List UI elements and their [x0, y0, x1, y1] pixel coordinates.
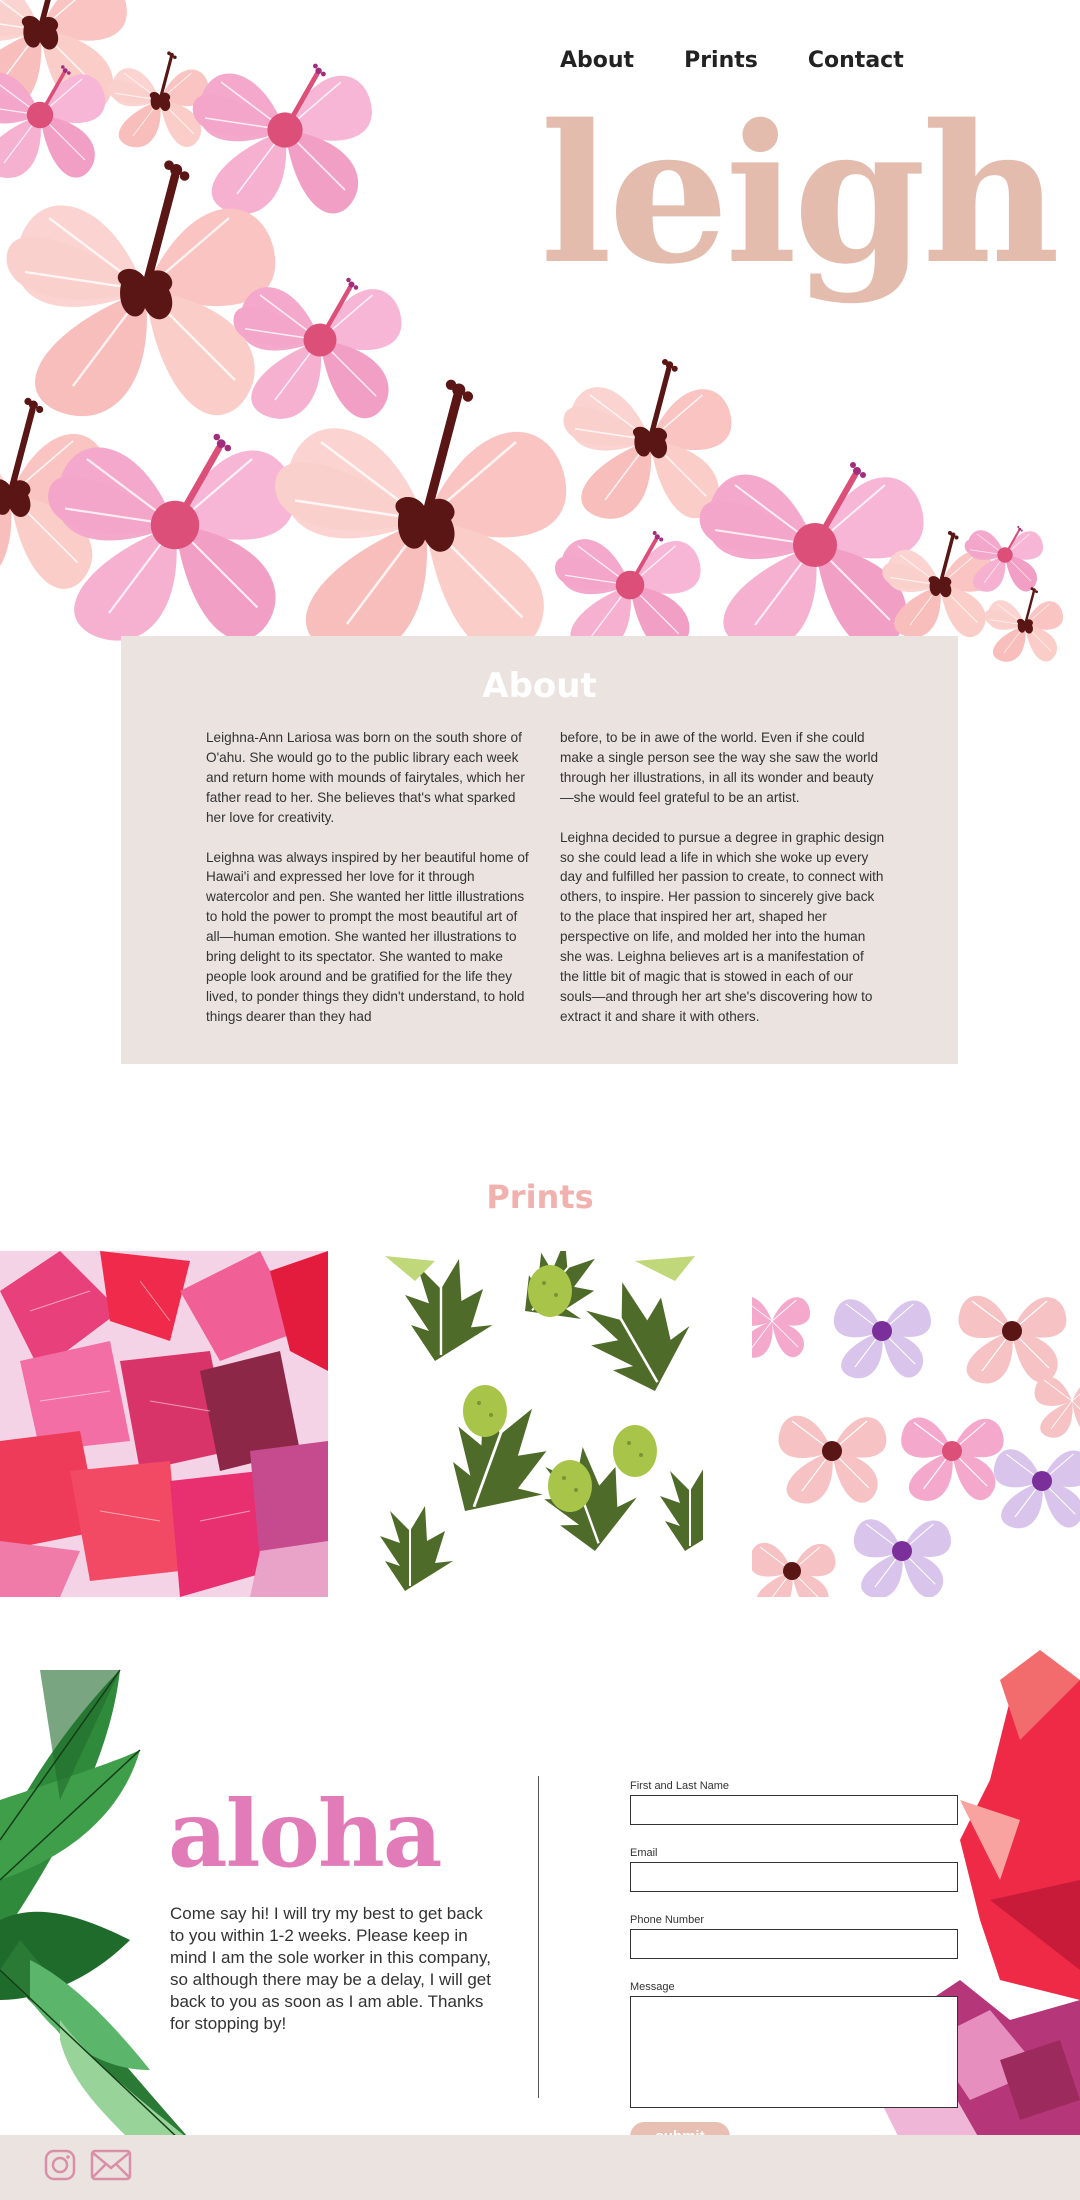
breadfruit-print[interactable]: [375, 1251, 703, 1597]
message-field[interactable]: [630, 1996, 958, 2108]
about-paragraph: Leighna-Ann Lariosa was born on the sout…: [206, 730, 525, 825]
mail-icon[interactable]: [90, 2149, 132, 2186]
hibiscus-print[interactable]: [752, 1251, 1080, 1597]
about-column-left: Leighna-Ann Lariosa was born on the sout…: [206, 728, 532, 1047]
nav-about-link[interactable]: About: [560, 48, 634, 73]
email-field[interactable]: [630, 1862, 958, 1892]
about-paragraph: before, to be in awe of the world. Even …: [560, 730, 879, 805]
aloha-headline: aloha: [168, 1780, 442, 1888]
contact-message: Come say hi! I will try my best to get b…: [170, 1904, 491, 2033]
contact-divider: [538, 1776, 539, 2098]
about-paragraph: Leighna was always inspired by her beaut…: [206, 849, 529, 1024]
about-section: About Leighna-Ann Lariosa was born on th…: [121, 636, 958, 1064]
about-paragraph: Leighna decided to pursue a degree in gr…: [560, 829, 885, 1024]
name-field[interactable]: [630, 1795, 958, 1825]
about-heading: About: [482, 666, 597, 706]
nav-prints-link[interactable]: Prints: [684, 48, 758, 73]
contact-form: First and Last Name Email Phone Number M…: [630, 1780, 960, 2151]
message-label: Message: [630, 1981, 675, 1993]
site-logo[interactable]: leigh: [540, 100, 1060, 300]
red-ginger-print[interactable]: [0, 1251, 328, 1597]
site-footer: [0, 2135, 1080, 2200]
instagram-icon[interactable]: [44, 2149, 76, 2186]
prints-heading: Prints: [486, 1178, 594, 1216]
main-nav: About Prints Contact: [560, 48, 904, 73]
phone-field[interactable]: [630, 1929, 958, 1959]
name-label: First and Last Name: [630, 1780, 730, 1792]
about-column-right: before, to be in awe of the world. Even …: [560, 728, 886, 1047]
phone-label: Phone Number: [630, 1914, 704, 1926]
nav-contact-link[interactable]: Contact: [808, 48, 904, 73]
about-text-columns: Leighna-Ann Lariosa was born on the sout…: [206, 728, 886, 1047]
email-label: Email: [630, 1847, 658, 1859]
